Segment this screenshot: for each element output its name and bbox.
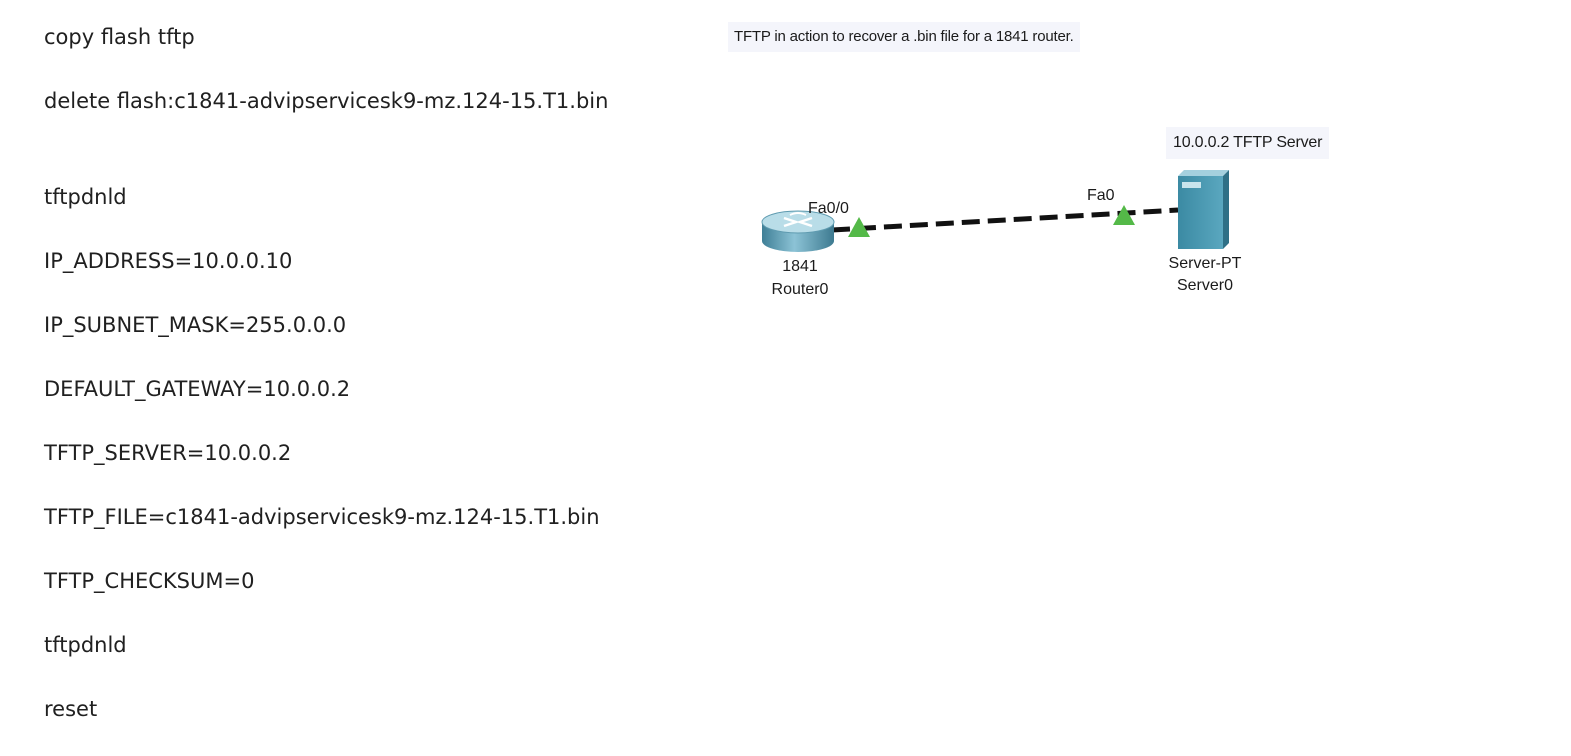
topology-canvas[interactable]: TFTP in action to recover a .bin file fo… xyxy=(700,0,1571,756)
router-port-label: Fa0/0 xyxy=(808,200,849,217)
command-line: TFTP_CHECKSUM=0 xyxy=(44,569,255,593)
command-line: IP_ADDRESS=10.0.0.10 xyxy=(44,249,293,273)
command-line: copy flash tftp xyxy=(44,25,195,49)
command-line: TFTP_SERVER=10.0.0.2 xyxy=(44,441,292,465)
title-note[interactable]: TFTP in action to recover a .bin file fo… xyxy=(728,22,1080,52)
server-note[interactable]: 10.0.0.2 TFTP Server xyxy=(1166,127,1330,159)
command-line: IP_SUBNET_MASK=255.0.0.0 xyxy=(44,313,347,337)
server-name-label: Server0 xyxy=(1176,277,1234,294)
server-icon[interactable] xyxy=(1178,170,1229,249)
server-model-label: Server-PT xyxy=(1168,255,1242,272)
command-line: reset xyxy=(44,697,98,721)
command-line: DEFAULT_GATEWAY=10.0.0.2 xyxy=(44,377,351,401)
router-model-label: 1841 xyxy=(782,258,818,275)
command-line: tftpdnld xyxy=(44,633,127,657)
command-line: delete flash:c1841-advipservicesk9-mz.12… xyxy=(44,89,609,113)
command-line: TFTP_FILE=c1841-advipservicesk9-mz.124-1… xyxy=(44,505,600,529)
command-list: copy flash tftp delete flash:c1841-advip… xyxy=(0,0,700,756)
server-port-label: Fa0 xyxy=(1087,187,1115,204)
command-line: tftpdnld xyxy=(44,185,127,209)
router-name-label: Router0 xyxy=(771,281,829,298)
topology-diagram xyxy=(761,170,1229,252)
